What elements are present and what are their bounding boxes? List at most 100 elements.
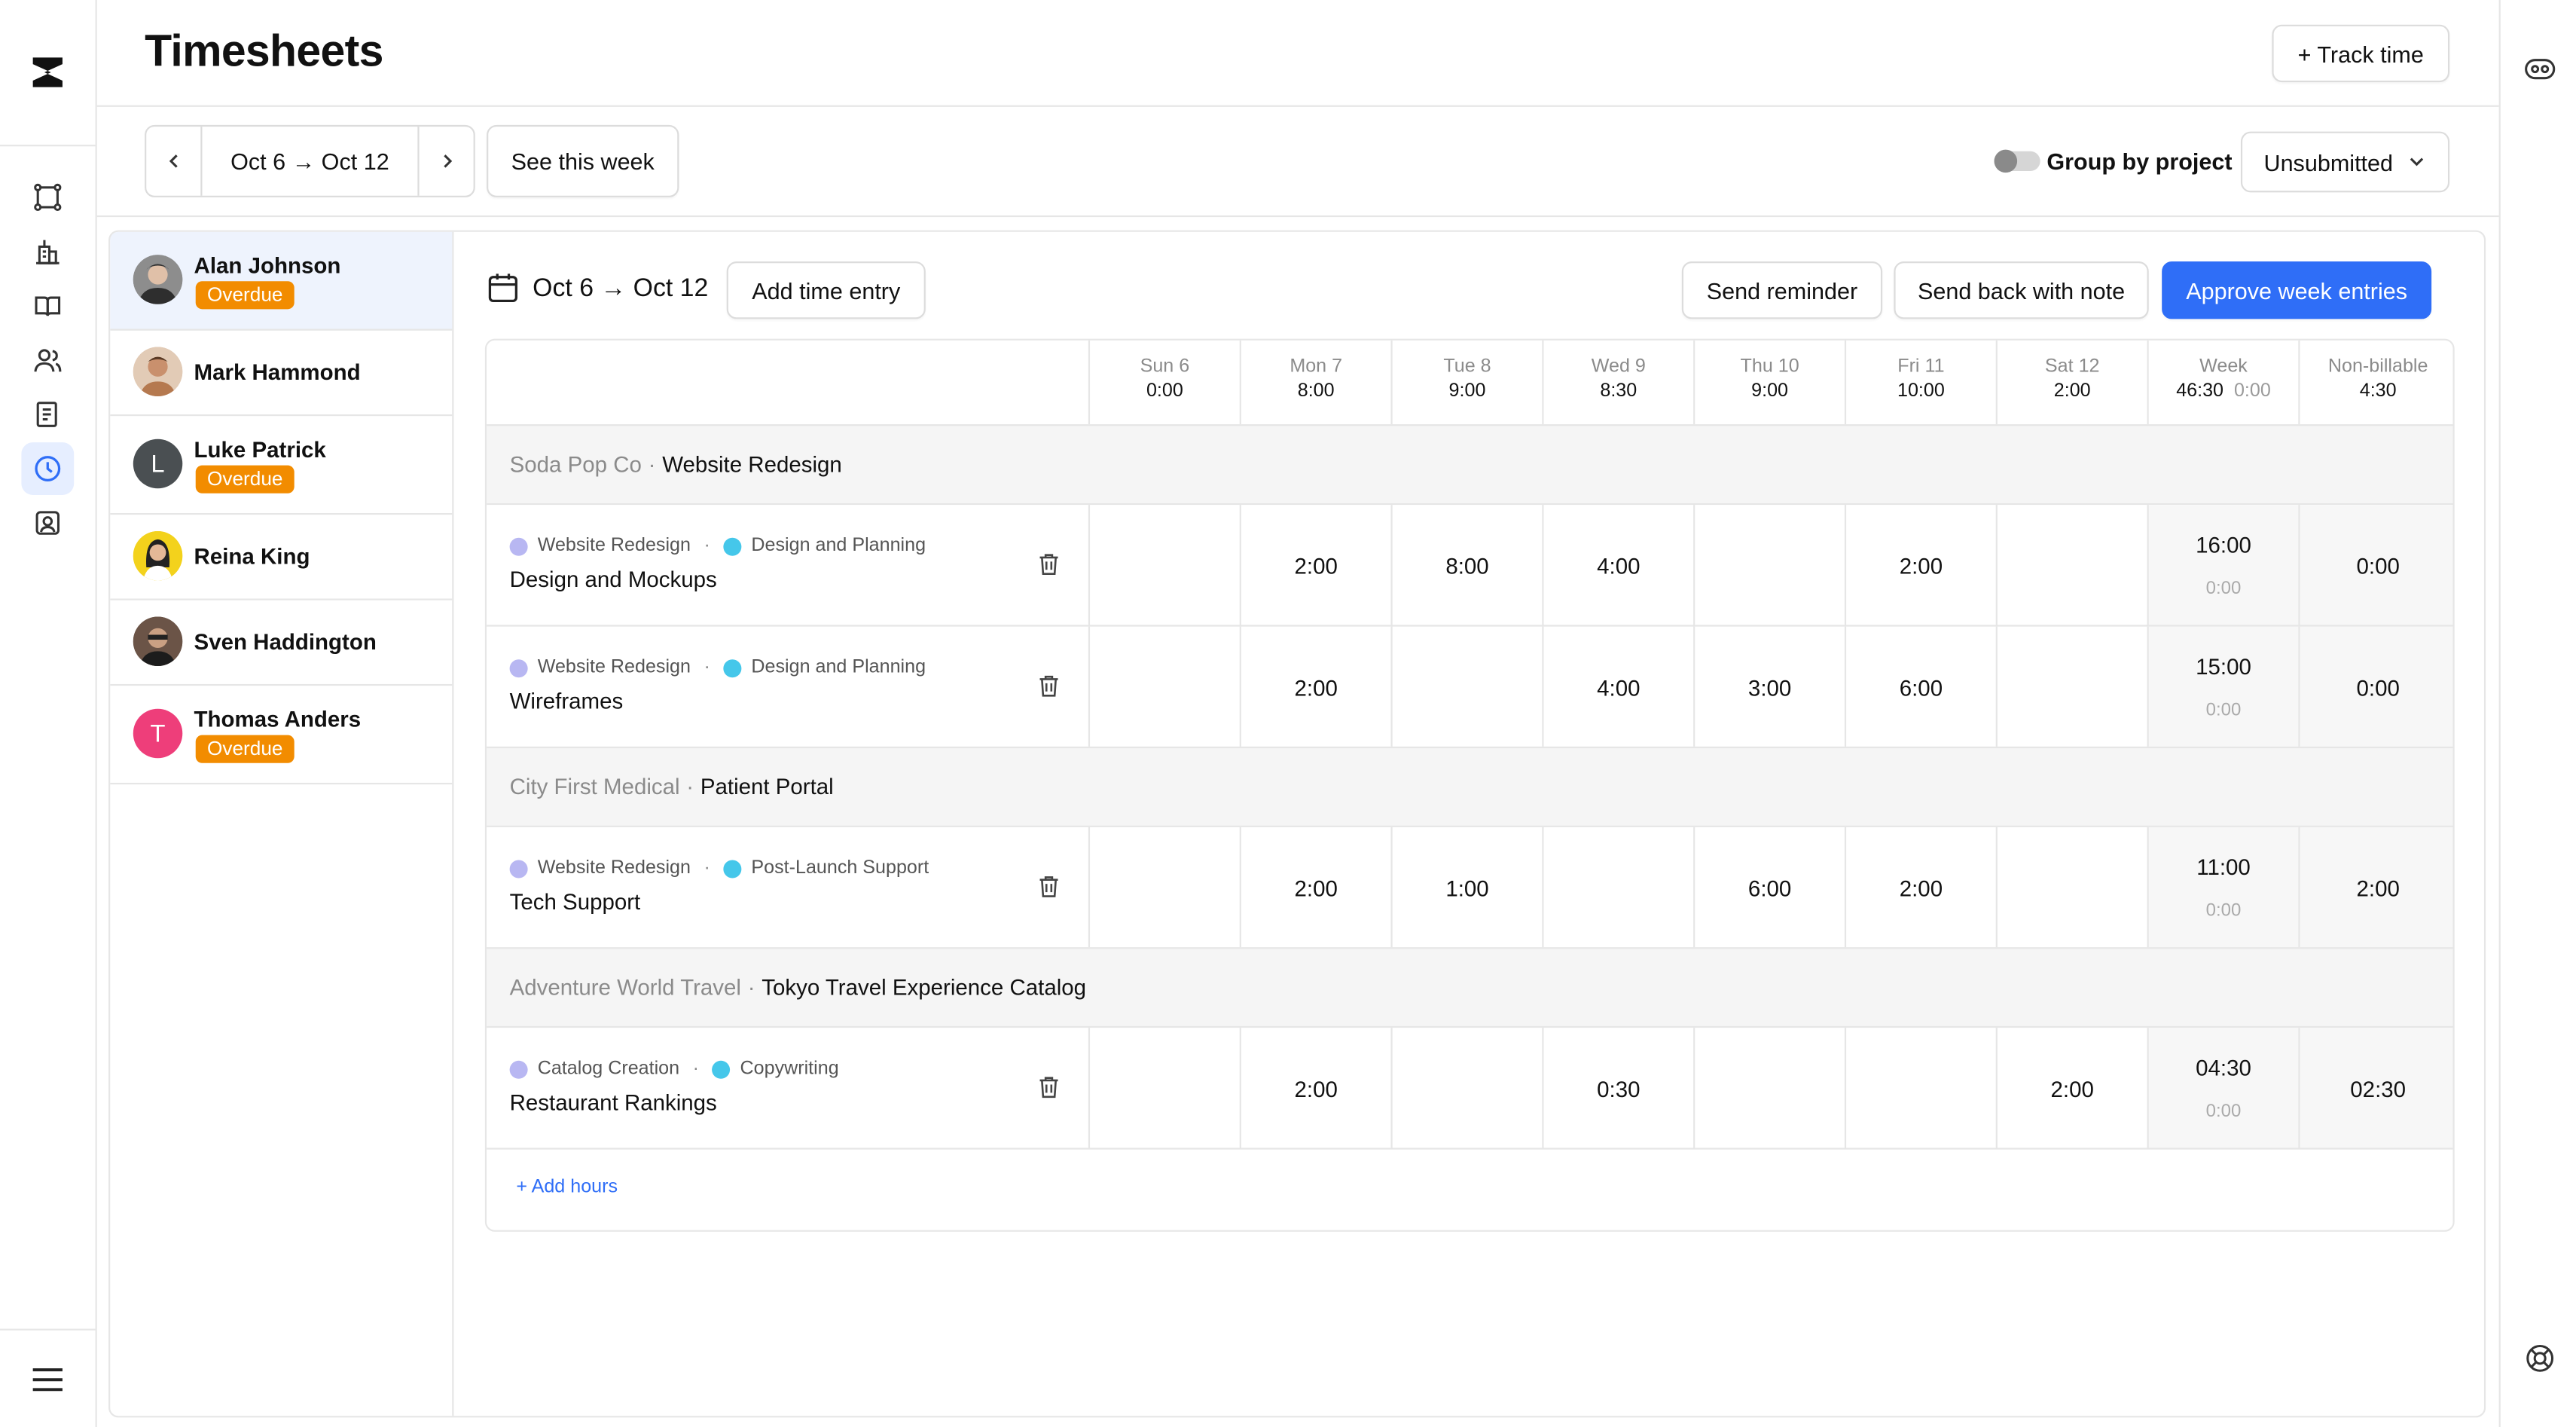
hours-cell[interactable] xyxy=(1088,626,1240,749)
hours-cell[interactable]: 6:00 xyxy=(1844,626,1996,749)
nav-contacts[interactable] xyxy=(21,497,74,549)
column-header-week: Week 46:30 0:00 xyxy=(2147,340,2299,425)
hours-cell[interactable]: 6:00 xyxy=(1693,827,1845,949)
nonbillable-cell: 0:00 xyxy=(2298,626,2453,749)
hours-cell[interactable]: 0:30 xyxy=(1542,1028,1693,1150)
status-select-value: Unsubmitted xyxy=(2263,148,2394,176)
hours-cell[interactable] xyxy=(1995,827,2147,949)
next-week-button[interactable] xyxy=(417,127,473,196)
board-icon xyxy=(34,183,62,212)
overdue-badge: Overdue xyxy=(195,735,295,763)
hours-cell[interactable]: 2:00 xyxy=(1844,827,1996,949)
table-row: Website Redesign · Design and Planning Wir… xyxy=(487,625,2453,749)
help-button[interactable] xyxy=(2522,1340,2558,1377)
person-photo-icon xyxy=(133,616,183,666)
person-row[interactable]: L Luke Patrick Overdue xyxy=(110,416,453,515)
add-hours-link[interactable]: + Add hours xyxy=(516,1178,618,1197)
person-row[interactable]: Sven Haddington xyxy=(110,600,453,686)
hours-cell[interactable]: 2:00 xyxy=(1239,505,1391,627)
add-hours-row xyxy=(487,1147,2453,1230)
person-row[interactable]: Mark Hammond xyxy=(110,331,453,417)
nav-timesheets[interactable] xyxy=(21,442,75,495)
hamburger-icon xyxy=(32,1368,63,1392)
approve-week-entries-button[interactable]: Approve week entries xyxy=(2162,261,2432,319)
person-row[interactable]: Alan Johnson Overdue xyxy=(110,231,453,331)
filter-bar: Oct 6 → Oct 12 See this week Group by pr… xyxy=(96,107,2499,218)
person-row[interactable]: T Thomas Anders Overdue xyxy=(110,686,453,785)
hours-cell[interactable] xyxy=(1088,505,1240,627)
left-nav-rail xyxy=(0,0,97,1427)
lifebuoy-icon xyxy=(2526,1344,2554,1372)
trash-icon[interactable] xyxy=(1036,673,1062,699)
hours-cell[interactable] xyxy=(1542,827,1693,949)
nav-invoices[interactable] xyxy=(21,388,74,441)
rail-divider xyxy=(0,1328,96,1331)
group-by-project-label: Group by project xyxy=(2046,148,2233,175)
panel-header: Oct 6 → Oct 12 Add time entry Send remin… xyxy=(453,232,2484,341)
add-time-entry-button[interactable]: Add time entry xyxy=(726,261,926,319)
chevron-right-icon xyxy=(443,154,452,168)
page-title: Timesheets xyxy=(145,26,383,76)
hours-cell[interactable]: 8:00 xyxy=(1390,505,1543,627)
person-name: Alan Johnson xyxy=(194,253,341,278)
timesheet-content: Alan Johnson Overdue Mark Hammond L Luke… xyxy=(108,230,2486,1418)
timesheet-panel: Oct 6 → Oct 12 Add time entry Send remin… xyxy=(453,232,2484,1416)
person-photo-icon xyxy=(133,347,183,397)
main-menu-button[interactable] xyxy=(23,1355,72,1404)
ai-assistant-button[interactable] xyxy=(2522,51,2558,87)
hours-cell[interactable]: 2:00 xyxy=(1844,505,1996,627)
hours-cell[interactable] xyxy=(1995,505,2147,627)
status-select[interactable]: Unsubmitted xyxy=(2240,131,2450,193)
project-color-dot xyxy=(509,859,528,878)
avatar xyxy=(133,255,183,304)
hours-cell[interactable] xyxy=(1693,1028,1845,1150)
trash-icon[interactable] xyxy=(1036,1074,1062,1100)
hours-cell[interactable] xyxy=(1390,1028,1543,1150)
trash-icon[interactable] xyxy=(1036,873,1062,900)
chevron-down-icon xyxy=(2410,157,2424,167)
person-row[interactable]: Reina King xyxy=(110,515,453,600)
prev-week-button[interactable] xyxy=(146,127,203,196)
hours-cell[interactable]: 2:00 xyxy=(1239,827,1391,949)
send-back-with-note-button[interactable]: Send back with note xyxy=(1894,261,2149,319)
track-time-button[interactable]: + Track time xyxy=(2272,24,2450,83)
hours-cell[interactable]: 2:00 xyxy=(1995,1028,2147,1150)
nav-clients[interactable] xyxy=(21,225,74,278)
see-this-week-button[interactable]: See this week xyxy=(487,124,679,197)
project-group-header: Adventure World Travel · Tokyo Travel Expe… xyxy=(487,947,2453,1026)
hours-cell[interactable]: 2:00 xyxy=(1239,1028,1391,1150)
hours-cell[interactable]: 4:00 xyxy=(1542,626,1693,749)
nav-docs[interactable] xyxy=(21,280,74,332)
hours-cell[interactable] xyxy=(1844,1028,1996,1150)
nav-people[interactable] xyxy=(21,334,74,387)
app-window: Timesheets + Track time Oct 6 → Oct 12 S… xyxy=(0,0,2576,1427)
avatar xyxy=(133,616,183,666)
category-icon xyxy=(723,536,742,555)
app-logo-icon[interactable] xyxy=(31,56,64,89)
right-rail xyxy=(2498,0,2576,1427)
hours-cell[interactable] xyxy=(1693,505,1845,627)
send-reminder-button[interactable]: Send reminder xyxy=(1681,261,1883,319)
hours-cell[interactable]: 4:00 xyxy=(1542,505,1693,627)
week-range-label[interactable]: Oct 6 → Oct 12 xyxy=(202,148,417,174)
hours-cell[interactable]: 3:00 xyxy=(1693,626,1845,749)
chevron-left-icon xyxy=(168,154,177,168)
week-total-cell: 15:00 0:00 xyxy=(2147,626,2299,749)
users-icon xyxy=(34,349,62,372)
hours-cell[interactable]: 2:00 xyxy=(1239,626,1391,749)
project-color-dot xyxy=(509,658,528,677)
hours-cell[interactable] xyxy=(1390,626,1543,749)
hours-cell[interactable] xyxy=(1995,626,2147,749)
group-by-project-toggle[interactable] xyxy=(1994,149,2040,173)
hours-cell[interactable]: 1:00 xyxy=(1390,827,1543,949)
nonbillable-cell: 0:00 xyxy=(2298,505,2453,627)
category-icon xyxy=(723,859,742,878)
main-area: Timesheets + Track time Oct 6 → Oct 12 S… xyxy=(96,0,2499,1427)
trash-icon[interactable] xyxy=(1036,551,1062,577)
hours-cell[interactable] xyxy=(1088,1028,1240,1150)
hours-cell[interactable] xyxy=(1088,827,1240,949)
calendar-icon xyxy=(488,273,517,303)
person-photo-icon xyxy=(133,530,183,581)
nav-projects[interactable] xyxy=(21,171,74,224)
task-name: Restaurant Rankings xyxy=(509,1090,717,1115)
